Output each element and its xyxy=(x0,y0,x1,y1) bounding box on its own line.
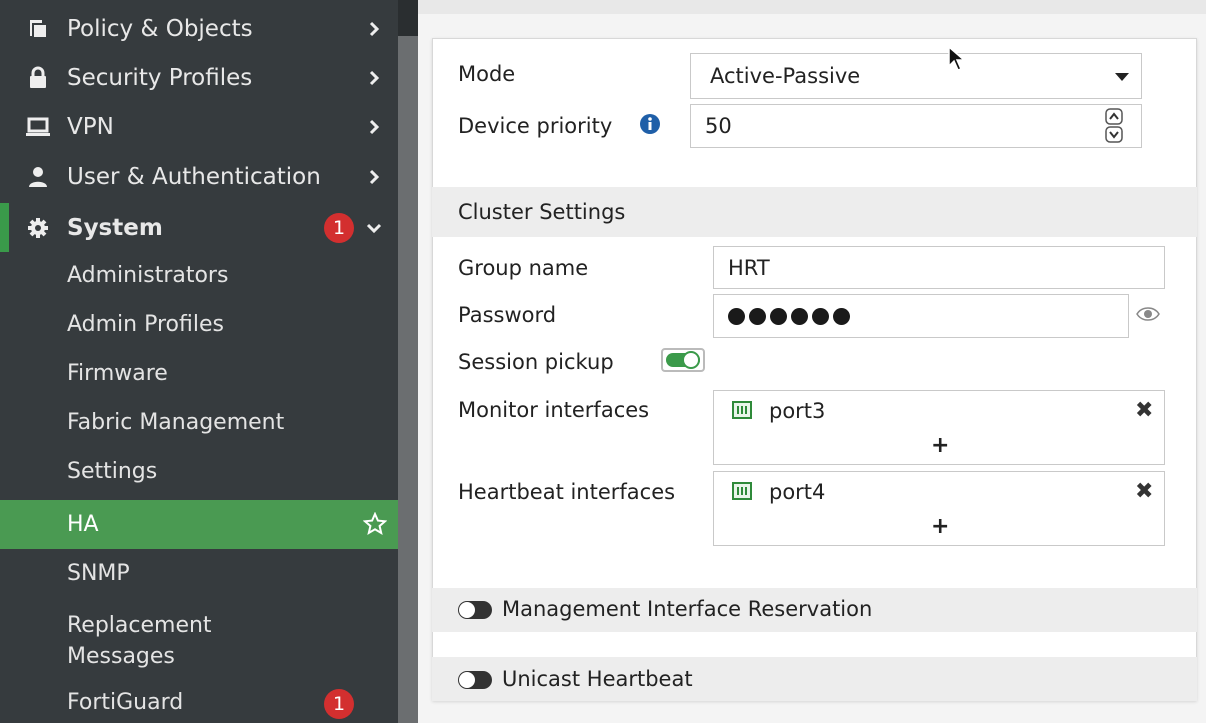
sidebar-item-vpn[interactable]: VPN xyxy=(0,102,398,151)
sidebar-item-label: User & Authentication xyxy=(67,163,321,190)
chevron-down-icon xyxy=(366,216,382,240)
policy-icon xyxy=(26,17,50,41)
remove-port-icon[interactable]: ✖ xyxy=(1135,479,1153,504)
sidebar-item-snmp[interactable]: SNMP xyxy=(0,551,398,599)
unicast-heartbeat-label: Unicast Heartbeat xyxy=(502,667,693,691)
active-section-indicator xyxy=(0,203,9,252)
top-strip xyxy=(418,0,1206,14)
port-icon xyxy=(732,401,752,419)
remove-port-icon[interactable]: ✖ xyxy=(1135,398,1153,423)
monitor-port-label: port3 xyxy=(769,399,826,423)
chevron-right-icon xyxy=(366,165,382,189)
add-interface-button[interactable]: + xyxy=(931,433,949,458)
mouse-cursor-icon xyxy=(948,45,967,76)
sidebar-item-fortiguard[interactable]: FortiGuard 1 xyxy=(0,680,398,723)
mode-value: Active-Passive xyxy=(710,64,861,88)
add-interface-button[interactable]: + xyxy=(931,514,949,539)
password-label: Password xyxy=(458,303,557,327)
heartbeat-interfaces-label: Heartbeat interfaces xyxy=(458,480,676,504)
gear-icon xyxy=(26,216,50,240)
password-mask xyxy=(728,307,850,325)
heartbeat-interfaces-field[interactable]: port4 ✖ + xyxy=(713,471,1165,546)
info-icon[interactable] xyxy=(639,113,661,139)
sidebar-item-label: Security Profiles xyxy=(67,64,253,91)
sidebar-item-label: Fabric Management xyxy=(67,410,285,435)
sidebar-item-label: Policy & Objects xyxy=(67,15,253,42)
sidebar-item-label: VPN xyxy=(67,113,114,140)
cluster-settings-title: Cluster Settings xyxy=(458,200,626,224)
management-interface-label: Management Interface Reservation xyxy=(502,597,873,621)
sidebar-item-replacement-messages[interactable]: Replacement Messages xyxy=(0,600,398,678)
sidebar-scrollbar-thumb[interactable] xyxy=(398,36,418,723)
eye-icon[interactable] xyxy=(1136,305,1160,327)
sidebar-item-ha[interactable]: HA xyxy=(0,500,398,549)
sidebar-item-label: Settings xyxy=(67,459,158,484)
sidebar-item-label: SNMP xyxy=(67,561,130,586)
sidebar-item-label: Administrators xyxy=(67,263,229,288)
session-pickup-toggle[interactable] xyxy=(661,348,705,372)
sidebar-item-label: Admin Profiles xyxy=(67,312,224,337)
notification-badge: 1 xyxy=(324,689,354,719)
number-stepper[interactable] xyxy=(1105,108,1123,149)
sidebar-item-policy-objects[interactable]: Policy & Objects xyxy=(0,4,398,53)
unicast-heartbeat-row[interactable]: Unicast Heartbeat xyxy=(432,657,1197,701)
sidebar-item-label: FortiGuard xyxy=(67,690,184,715)
chevron-right-icon xyxy=(366,115,382,139)
notification-badge: 1 xyxy=(324,213,354,243)
device-priority-value: 50 xyxy=(705,114,732,138)
chevron-right-icon xyxy=(366,66,382,90)
sidebar-item-settings[interactable]: Settings xyxy=(0,449,398,497)
management-interface-reservation-row[interactable]: Management Interface Reservation xyxy=(432,588,1197,632)
device-priority-input[interactable]: 50 xyxy=(690,104,1142,148)
sidebar-item-label: Firmware xyxy=(67,361,168,386)
sidebar-item-label: HA xyxy=(67,512,99,537)
monitor-interfaces-field[interactable]: port3 ✖ + xyxy=(713,390,1165,465)
sidebar-item-firmware[interactable]: Firmware xyxy=(0,351,398,399)
mode-select[interactable]: Active-Passive xyxy=(690,53,1142,99)
cluster-settings-header: Cluster Settings xyxy=(432,187,1197,237)
group-name-input[interactable]: HRT xyxy=(713,246,1165,289)
monitor-interfaces-label: Monitor interfaces xyxy=(458,398,650,422)
sidebar-item-label: System xyxy=(67,214,163,241)
device-priority-label: Device priority xyxy=(458,114,613,138)
caret-down-icon xyxy=(1115,73,1129,81)
group-name-value: HRT xyxy=(728,255,770,280)
sidebar-item-label: Replacement Messages xyxy=(67,613,212,669)
chevron-right-icon xyxy=(366,17,382,41)
unicast-heartbeat-toggle[interactable] xyxy=(458,671,492,689)
sidebar-item-fabric-management[interactable]: Fabric Management xyxy=(0,400,398,448)
management-interface-toggle[interactable] xyxy=(458,601,492,619)
star-icon[interactable] xyxy=(362,511,388,542)
password-input[interactable] xyxy=(713,294,1129,338)
user-icon xyxy=(26,165,50,189)
sidebar-item-administrators[interactable]: Administrators xyxy=(0,253,398,301)
sidebar-item-security-profiles[interactable]: Security Profiles xyxy=(0,53,398,102)
sidebar-item-user-authentication[interactable]: User & Authentication xyxy=(0,152,398,201)
monitor-icon xyxy=(26,115,50,139)
sidebar-item-admin-profiles[interactable]: Admin Profiles xyxy=(0,302,398,350)
heartbeat-port-label: port4 xyxy=(769,480,826,504)
sidebar-item-system[interactable]: System 1 xyxy=(9,203,398,252)
session-pickup-label: Session pickup xyxy=(458,350,614,374)
mode-label: Mode xyxy=(458,62,516,86)
port-icon xyxy=(732,482,752,500)
group-name-label: Group name xyxy=(458,256,589,280)
lock-icon xyxy=(26,66,50,90)
